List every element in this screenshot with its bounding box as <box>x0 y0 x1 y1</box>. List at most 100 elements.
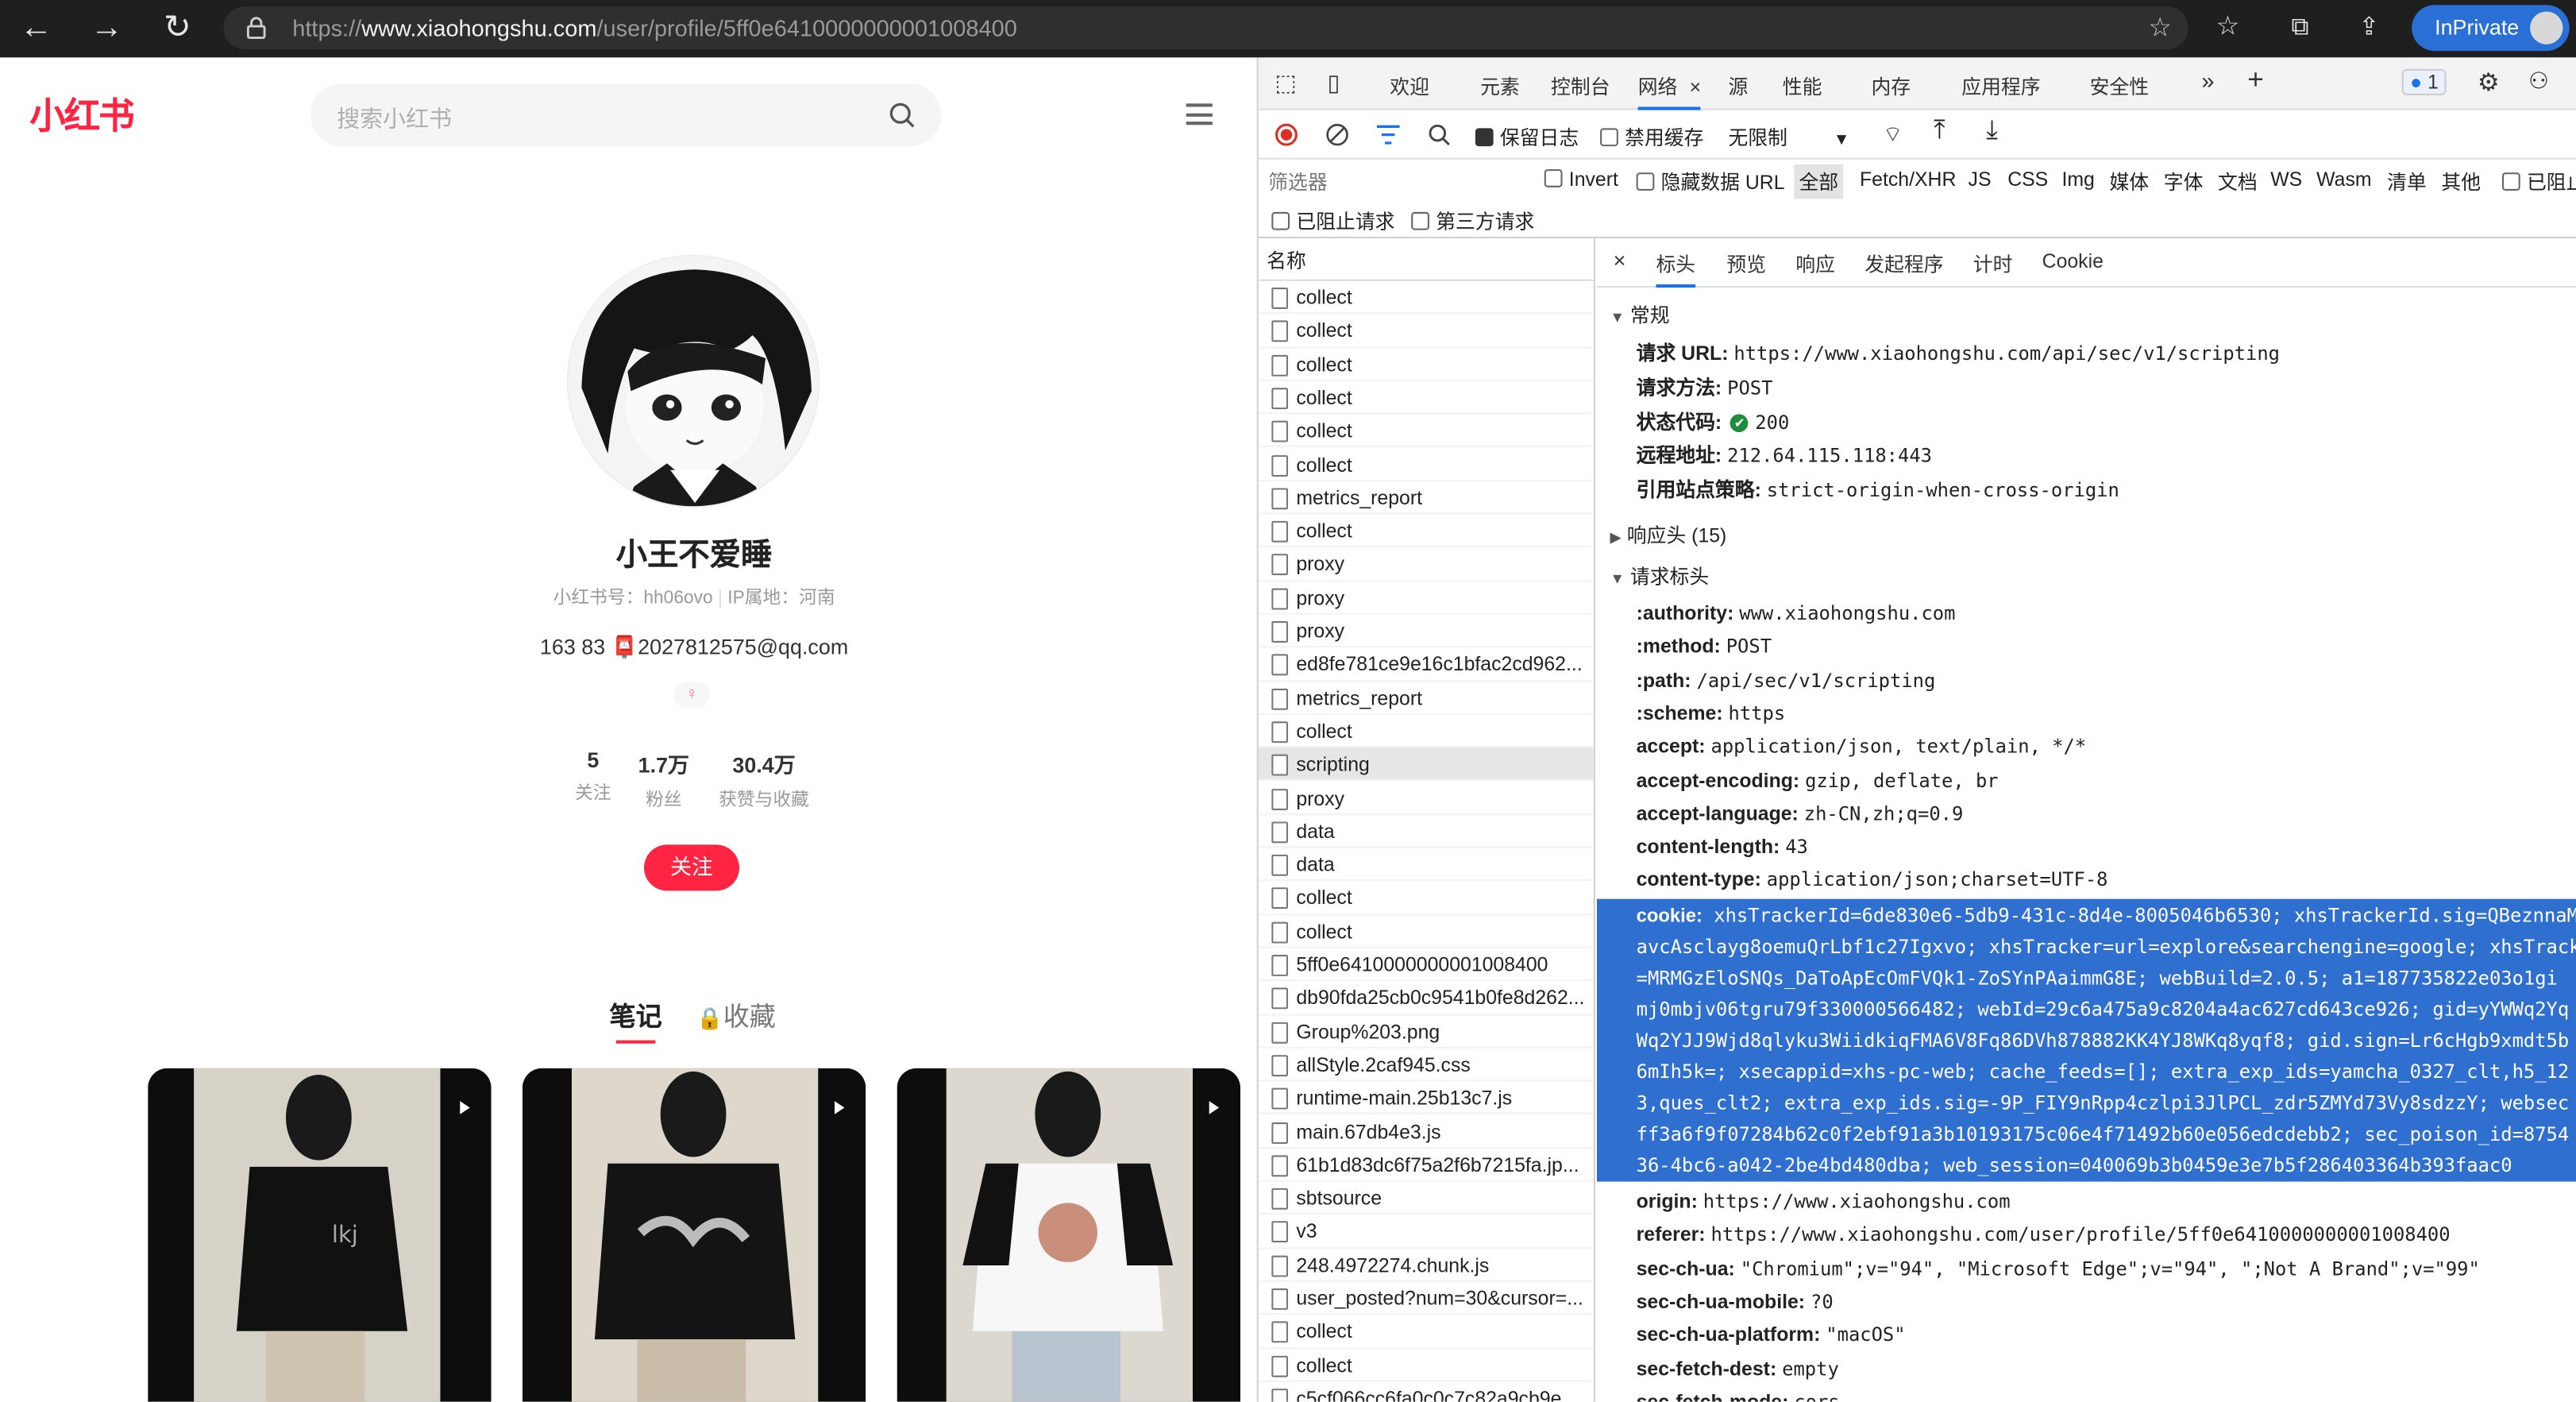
request-row[interactable]: collect <box>1258 448 1594 481</box>
type-ws[interactable]: WS <box>2270 168 2302 191</box>
request-row[interactable]: collect <box>1258 315 1594 348</box>
request-row[interactable]: collect <box>1258 882 1594 915</box>
type-css[interactable]: CSS <box>2007 168 2048 191</box>
follow-button[interactable]: 关注 <box>644 844 740 891</box>
type-doc[interactable]: 文档 <box>2218 168 2258 195</box>
type-fetch-xhr[interactable]: Fetch/XHR <box>1860 168 1956 191</box>
request-row[interactable]: sbtsource <box>1258 1182 1594 1215</box>
network-conditions-icon[interactable]: ⌔ <box>1883 122 1903 148</box>
filter-input[interactable]: 筛选器 <box>1268 168 1525 194</box>
section-response-headers[interactable]: ▶ 响应头 (15) <box>1610 521 1727 549</box>
close-icon[interactable]: × <box>1614 248 1626 272</box>
request-row[interactable]: proxy <box>1258 548 1594 581</box>
back-icon[interactable]: ← <box>13 6 60 49</box>
tab-memory[interactable]: 内存 <box>1871 72 1911 100</box>
type-js[interactable]: JS <box>1969 168 1992 191</box>
hide-data-urls-checkbox[interactable]: 隐藏数据 URL <box>1636 168 1785 195</box>
search-icon[interactable] <box>889 102 915 128</box>
request-row[interactable]: collect <box>1258 381 1594 415</box>
search-box[interactable]: 搜索小红书 <box>310 83 942 147</box>
request-row[interactable]: collect <box>1258 348 1594 381</box>
request-row[interactable]: collect <box>1258 1349 1594 1382</box>
request-row[interactable]: proxy <box>1258 581 1594 615</box>
tab-elements[interactable]: 元素 <box>1480 72 1520 100</box>
type-font[interactable]: 字体 <box>2164 168 2204 195</box>
note-card[interactable]: lkj <box>148 1068 492 1402</box>
tab-timing[interactable]: 计时 <box>1973 249 2013 277</box>
type-all[interactable]: 全部 <box>1794 164 1844 199</box>
disable-cache-checkbox[interactable]: 禁用缓存 <box>1600 123 1703 151</box>
blocked-requests-checkbox[interactable]: 已阻止请求 <box>1271 207 1395 235</box>
request-row[interactable]: v3 <box>1258 1215 1594 1249</box>
stat-likes[interactable]: 30.4万 获赞与收藏 <box>710 747 819 812</box>
filter-icon[interactable] <box>1376 125 1400 145</box>
search-input[interactable]: 搜索小红书 <box>337 102 452 134</box>
preserve-log-checkbox[interactable]: 保留日志 <box>1475 123 1579 151</box>
request-row[interactable]: metrics_report <box>1258 682 1594 715</box>
inspect-icon[interactable]: ⬚ <box>1275 69 1296 97</box>
download-icon[interactable]: ⤓ <box>1986 117 1998 146</box>
upload-icon[interactable]: ⤒ <box>1934 117 1945 146</box>
tab-security[interactable]: 安全性 <box>2090 72 2150 100</box>
extensions-icon[interactable]: ⧉ <box>2277 6 2323 49</box>
menu-icon[interactable] <box>1186 103 1213 126</box>
stat-following[interactable]: 5 关注 <box>569 747 618 805</box>
favorites-icon[interactable]: ☆ <box>2204 6 2250 49</box>
column-header-name[interactable]: 名称 <box>1258 238 1594 281</box>
tab-welcome[interactable]: 欢迎 <box>1390 72 1429 100</box>
issues-badge[interactable]: ● 1 <box>2401 68 2447 95</box>
favorite-add-icon[interactable]: ☆ <box>2148 11 2172 44</box>
stat-fans[interactable]: 1.7万 粉丝 <box>631 747 696 812</box>
tab-performance[interactable]: 性能 <box>1783 72 1822 100</box>
note-card[interactable] <box>522 1068 866 1402</box>
request-row[interactable]: user_posted?num=30&cursor=... <box>1258 1282 1594 1315</box>
request-row[interactable]: scripting <box>1258 747 1594 782</box>
type-manifest[interactable]: 清单 <box>2387 168 2427 195</box>
type-wasm[interactable]: Wasm <box>2316 168 2371 191</box>
throttle-select[interactable]: 无限制 ▼ <box>1728 123 1849 151</box>
request-row[interactable]: collect <box>1258 515 1594 548</box>
request-row[interactable]: collect <box>1258 281 1594 315</box>
request-row[interactable]: runtime-main.25b13c7.js <box>1258 1082 1594 1115</box>
request-row[interactable]: collect <box>1258 715 1594 748</box>
request-row[interactable]: ed8fe781ce9e16c1bfac2cd962... <box>1258 648 1594 682</box>
share-icon[interactable]: ⇪ <box>2346 6 2392 49</box>
gear-icon[interactable]: ⚙ <box>2478 68 2500 97</box>
tab-console[interactable]: 控制台 <box>1551 72 1610 100</box>
note-card[interactable] <box>897 1068 1241 1402</box>
tab-initiator[interactable]: 发起程序 <box>1865 249 1943 277</box>
tab-cookies[interactable]: Cookie <box>2042 249 2104 272</box>
request-row[interactable]: collect <box>1258 1315 1594 1349</box>
type-img[interactable]: Img <box>2061 168 2094 191</box>
request-row[interactable]: metrics_report <box>1258 481 1594 515</box>
request-row[interactable]: 248.4972274.chunk.js <box>1258 1249 1594 1282</box>
add-tab-icon[interactable]: + <box>2247 64 2264 97</box>
type-media[interactable]: 媒体 <box>2109 168 2149 195</box>
third-party-checkbox[interactable]: 第三方请求 <box>1411 207 1534 235</box>
inprivate-button[interactable]: InPrivate <box>2412 5 2570 52</box>
tab-response[interactable]: 响应 <box>1795 249 1835 277</box>
request-row[interactable]: main.67db4e3.js <box>1258 1115 1594 1149</box>
request-row[interactable]: allStyle.2caf945.css <box>1258 1049 1594 1082</box>
profile-switch-icon[interactable]: ⚇ <box>2528 68 2549 95</box>
tab-preview[interactable]: 预览 <box>1726 249 1766 277</box>
tab-headers[interactable]: 标头 <box>1656 249 1696 288</box>
request-row[interactable]: c5cf066cc6fa0c0c7c82a9cb9e... <box>1259 1382 1594 1402</box>
clear-icon[interactable] <box>1326 123 1349 146</box>
tab-network[interactable]: 网络 × <box>1637 72 1702 110</box>
cookie-header-selected[interactable]: cookie: xhsTrackerId=6de830e6-5db9-431c-… <box>1596 898 2576 1182</box>
close-icon[interactable]: × <box>1690 75 1702 98</box>
section-general[interactable]: ▼ 常规 <box>1610 301 1670 329</box>
more-tabs-icon[interactable]: » <box>2201 68 2214 94</box>
tab-application[interactable]: 应用程序 <box>1961 72 2040 100</box>
type-other[interactable]: 其他 <box>2441 168 2481 195</box>
section-request-headers[interactable]: ▼ 请求标头 <box>1610 562 1710 590</box>
request-row[interactable]: 61b1d83dc6f75a2f6b7215fa.jp... <box>1258 1149 1594 1182</box>
tab-sources[interactable]: 源 <box>1728 72 1748 100</box>
tab-collections[interactable]: 🔒收藏 <box>696 995 776 1034</box>
address-bar[interactable]: https://www.xiaohongshu.com/user/profile… <box>223 6 2188 50</box>
search-icon[interactable] <box>1428 123 1451 146</box>
request-row[interactable]: proxy <box>1258 782 1594 815</box>
request-row[interactable]: collect <box>1258 415 1594 448</box>
request-row[interactable]: proxy <box>1258 615 1594 648</box>
